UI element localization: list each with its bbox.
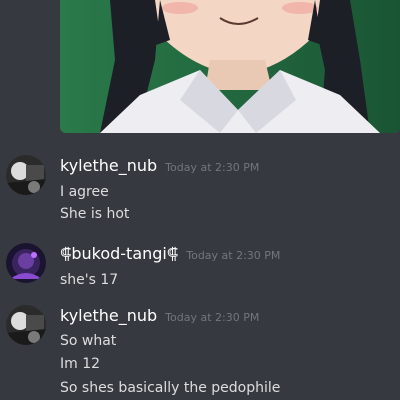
message-text: she's 17 — [60, 272, 119, 288]
message-text: She is hot — [60, 206, 130, 222]
avatar[interactable] — [6, 305, 46, 345]
message-text: So what — [60, 333, 117, 349]
avatar[interactable] — [6, 243, 46, 283]
image-attachment[interactable] — [60, 0, 400, 133]
message-header: ⸿bukod-tangi⸿ Today at 2:30 PM — [60, 243, 280, 267]
anime-character-image — [60, 0, 400, 133]
username[interactable]: kylethe_nub — [60, 156, 157, 175]
user-avatar-icon — [6, 243, 46, 283]
message-text: Im 12 — [60, 356, 101, 372]
message-header: kylethe_nub Today at 2:30 PM — [60, 305, 259, 329]
timestamp[interactable]: Today at 2:30 PM — [186, 249, 280, 262]
username[interactable]: ⸿bukod-tangi⸿ — [60, 244, 178, 263]
username[interactable]: kylethe_nub — [60, 306, 157, 325]
message-text: So shes basically the pedophile — [60, 380, 281, 396]
timestamp[interactable]: Today at 2:30 PM — [165, 161, 259, 174]
message-header: kylethe_nub Today at 2:30 PM — [60, 155, 259, 179]
user-avatar-icon — [6, 155, 46, 195]
message-text: I agree — [60, 184, 109, 200]
user-avatar-icon — [6, 305, 46, 345]
timestamp[interactable]: Today at 2:30 PM — [165, 311, 259, 324]
avatar[interactable] — [6, 155, 46, 195]
chat-screen: kylethe_nub Today at 2:30 PM I agree She … — [0, 0, 400, 400]
